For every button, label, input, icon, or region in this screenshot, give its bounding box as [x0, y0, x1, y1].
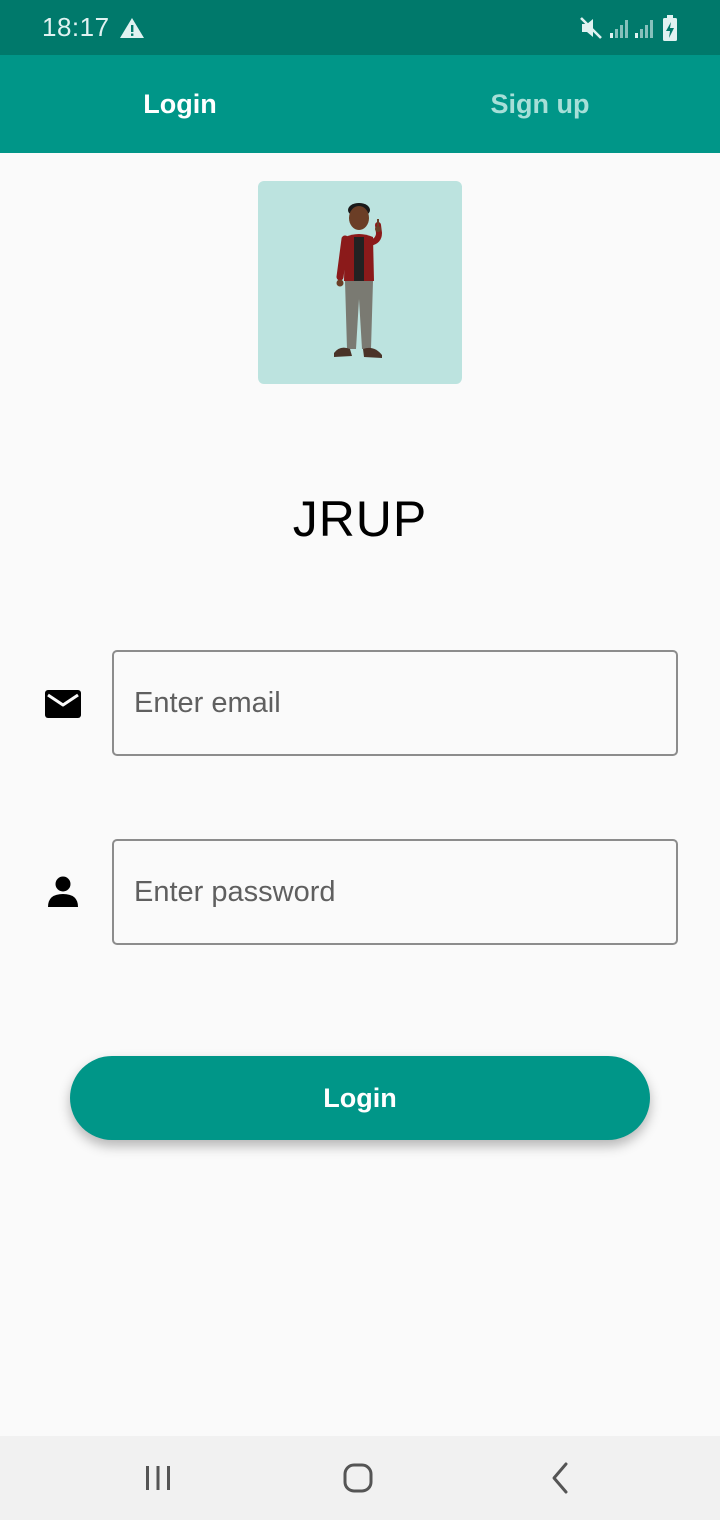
tab-sign-up[interactable]: Sign up [360, 55, 720, 153]
login-button[interactable]: Login [70, 1056, 650, 1140]
app-title: JRUP [292, 491, 428, 547]
signal-icon [635, 20, 653, 38]
battery-charging-icon [663, 15, 677, 41]
back-icon[interactable] [538, 1456, 582, 1500]
email-input[interactable] [112, 650, 678, 756]
signal-icon [610, 20, 628, 38]
recents-icon[interactable] [136, 1456, 180, 1500]
warning-icon [120, 18, 144, 38]
mail-icon [45, 690, 81, 718]
tab-login[interactable]: Login [0, 55, 360, 153]
navigation-bar [0, 1436, 720, 1520]
password-input[interactable] [112, 839, 678, 945]
avatar-image [334, 203, 383, 358]
status-time: 18:17 [42, 12, 110, 42]
avatar [258, 181, 462, 384]
home-icon[interactable] [336, 1456, 380, 1500]
tab-bar: Login Sign up [0, 55, 720, 153]
person-icon [48, 876, 78, 907]
mute-icon [580, 17, 602, 39]
login-screen: 18:17 Login Sign up JRUP Enter email Log… [0, 0, 720, 1520]
status-bar: 18:17 [0, 0, 720, 55]
